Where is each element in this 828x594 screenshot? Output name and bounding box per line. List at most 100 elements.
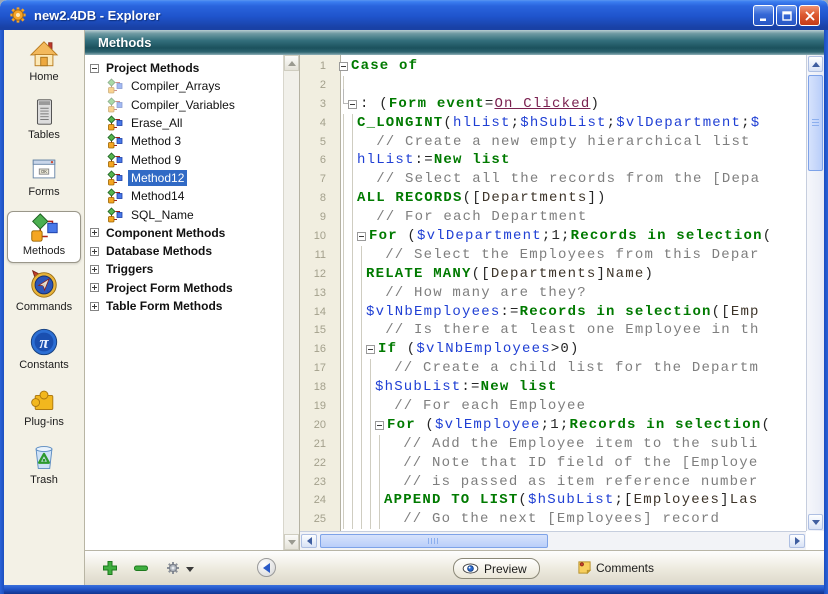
tree-item-method-9[interactable]: Method 9 [90, 150, 283, 168]
code-line-6[interactable]: 6hlList:=New list [300, 151, 806, 170]
tree-item-erase-all[interactable]: Erase_All [90, 114, 283, 132]
code-line-14[interactable]: 14$vlNbEmployees:=Records in selection([… [300, 303, 806, 322]
code-line-17[interactable]: 17 // Create a child list for the Depart… [300, 359, 806, 378]
fold-collapse-icon[interactable] [357, 232, 366, 241]
indent-guide [339, 208, 348, 227]
vertical-scroll-thumb[interactable] [808, 75, 823, 171]
options-button[interactable] [164, 559, 182, 577]
code-line-16[interactable]: 16If ($vlNbEmployees>0) [300, 340, 806, 359]
code-line-13[interactable]: 13 // How many are they? [300, 284, 806, 303]
code-lines[interactable]: 1Case of23: (Form event=On Clicked)4C_LO… [300, 57, 806, 531]
tree-item-compiler-variables[interactable]: Compiler_Variables [90, 96, 283, 114]
tree-group-project-methods[interactable]: Project Methods [90, 59, 283, 77]
title-bar[interactable]: new2.4DB - Explorer [0, 0, 828, 30]
editor-vertical-scrollbar[interactable] [806, 55, 824, 531]
tree-group-project-form-methods[interactable]: Project Form Methods [90, 279, 283, 297]
code-line-12[interactable]: 12RELATE MANY([Departments]Name) [300, 265, 806, 284]
code-text: // Select the Employees from this Depar [366, 246, 760, 265]
indent-guide [348, 170, 357, 189]
code-line-11[interactable]: 11 // Select the Employees from this Dep… [300, 246, 806, 265]
method-icon [107, 170, 124, 186]
scroll-left-button[interactable] [301, 534, 317, 548]
code-line-7[interactable]: 7 // Select all the records from the [De… [300, 170, 806, 189]
expand-icon[interactable] [90, 247, 99, 256]
comments-toggle[interactable]: Comments [577, 560, 654, 575]
tree-item-method14[interactable]: Method14 [90, 187, 283, 205]
panel-header: Methods [85, 30, 824, 55]
code-line-19[interactable]: 19 // For each Employee [300, 397, 806, 416]
tree-group-component-methods[interactable]: Component Methods [90, 224, 283, 242]
fold-collapse-icon[interactable] [366, 345, 375, 354]
sidebar-item-commands[interactable]: Commands [7, 268, 81, 320]
code-line-15[interactable]: 15 // Is there at least one Employee in … [300, 321, 806, 340]
sidebar-item-home[interactable]: Home [7, 38, 81, 90]
line-number: 1 [300, 57, 334, 76]
scroll-down-button[interactable] [808, 514, 823, 530]
tree-item-sql-name[interactable]: SQL_Name [90, 205, 283, 223]
code-line-4[interactable]: 4C_LONGINT(hlList;$hSubList;$vlDepartmen… [300, 114, 806, 133]
tree-scroll-down-button[interactable] [284, 534, 299, 550]
fold-collapse-icon[interactable] [348, 100, 357, 109]
collapse-panel-button[interactable] [257, 558, 276, 577]
code-line-9[interactable]: 9 // For each Department [300, 208, 806, 227]
tree-item-label: SQL_Name [128, 207, 197, 223]
sidebar-item-forms[interactable]: OKForms [7, 153, 81, 205]
code-line-body: // For each Department [334, 208, 587, 227]
close-button[interactable] [799, 5, 820, 26]
code-line-21[interactable]: 21 // Add the Employee item to the subli [300, 435, 806, 454]
code-line-10[interactable]: 10For ($vlDepartment;1;Records in select… [300, 227, 806, 246]
horizontal-scroll-thumb[interactable] [320, 534, 548, 548]
maximize-button[interactable] [776, 5, 797, 26]
tree-group-table-form-methods[interactable]: Table Form Methods [90, 297, 283, 315]
tree-item-method-3[interactable]: Method 3 [90, 132, 283, 150]
sidebar-item-tables[interactable]: Tables [7, 96, 81, 148]
tree-group-triggers[interactable]: Triggers [90, 260, 283, 278]
code-line-5[interactable]: 5 // Create a new empty hierarchical lis… [300, 133, 806, 152]
code-line-20[interactable]: 20For ($vlEmployee;1;Records in selectio… [300, 416, 806, 435]
code-line-22[interactable]: 22 // Note that ID field of the [Employe [300, 454, 806, 473]
caret-down-icon[interactable] [186, 567, 194, 576]
expand-icon[interactable] [90, 302, 99, 311]
code-text: // Create a child list for the Departm [375, 359, 759, 378]
collapse-icon[interactable] [90, 64, 99, 73]
tree-scrollbar[interactable] [283, 55, 300, 550]
editor-horizontal-scrollbar[interactable] [300, 531, 806, 550]
code-line-8[interactable]: 8ALL RECORDS([Departments]) [300, 189, 806, 208]
add-method-button[interactable] [101, 559, 119, 577]
sidebar-item-methods[interactable]: Methods [7, 211, 81, 263]
code-line-23[interactable]: 23 // is passed as item reference number [300, 473, 806, 492]
code-line-18[interactable]: 18$hSubList:=New list [300, 378, 806, 397]
tree-item-method12[interactable]: Method12 [90, 169, 283, 187]
code-line-25[interactable]: 25 // Go the next [Employees] record [300, 510, 806, 529]
fold-collapse-icon[interactable] [375, 421, 384, 430]
trash-icon [29, 441, 59, 473]
code-line-body: // Select the Employees from this Depar [334, 246, 760, 265]
code-line-3[interactable]: 3: (Form event=On Clicked) [300, 95, 806, 114]
indent-guide [339, 321, 348, 340]
tree-item-label: Erase_All [128, 115, 185, 131]
code-line-1[interactable]: 1Case of [300, 57, 806, 76]
tree-group-label: Table Form Methods [106, 299, 222, 313]
sidebar-item-constants[interactable]: πConstants [7, 326, 81, 378]
method-icon [107, 188, 124, 204]
tree-scroll-up-button[interactable] [284, 55, 299, 71]
sidebar-item-plug-ins[interactable]: Plug-ins [7, 383, 81, 435]
line-number: 25 [300, 510, 334, 529]
expand-icon[interactable] [90, 265, 99, 274]
code-text: // is passed as item reference number [384, 473, 758, 492]
expand-icon[interactable] [90, 283, 99, 292]
maximize-icon [781, 10, 793, 22]
tree-group-database-methods[interactable]: Database Methods [90, 242, 283, 260]
scroll-up-button[interactable] [808, 56, 823, 72]
sidebar-item-trash[interactable]: Trash [7, 441, 81, 493]
scroll-right-button[interactable] [789, 534, 805, 548]
code-line-24[interactable]: 24APPEND TO LIST($hSubList;[Employees]La… [300, 491, 806, 510]
fold-collapse-icon[interactable] [339, 62, 348, 71]
delete-method-button[interactable] [132, 559, 150, 577]
tree-item-compiler-arrays[interactable]: Compiler_Arrays [90, 77, 283, 95]
minimize-button[interactable] [753, 5, 774, 26]
code-line-2[interactable]: 2 [300, 76, 806, 95]
code-editor[interactable]: 1Case of23: (Form event=On Clicked)4C_LO… [300, 55, 824, 550]
preview-button[interactable]: Preview [453, 558, 540, 579]
expand-icon[interactable] [90, 228, 99, 237]
